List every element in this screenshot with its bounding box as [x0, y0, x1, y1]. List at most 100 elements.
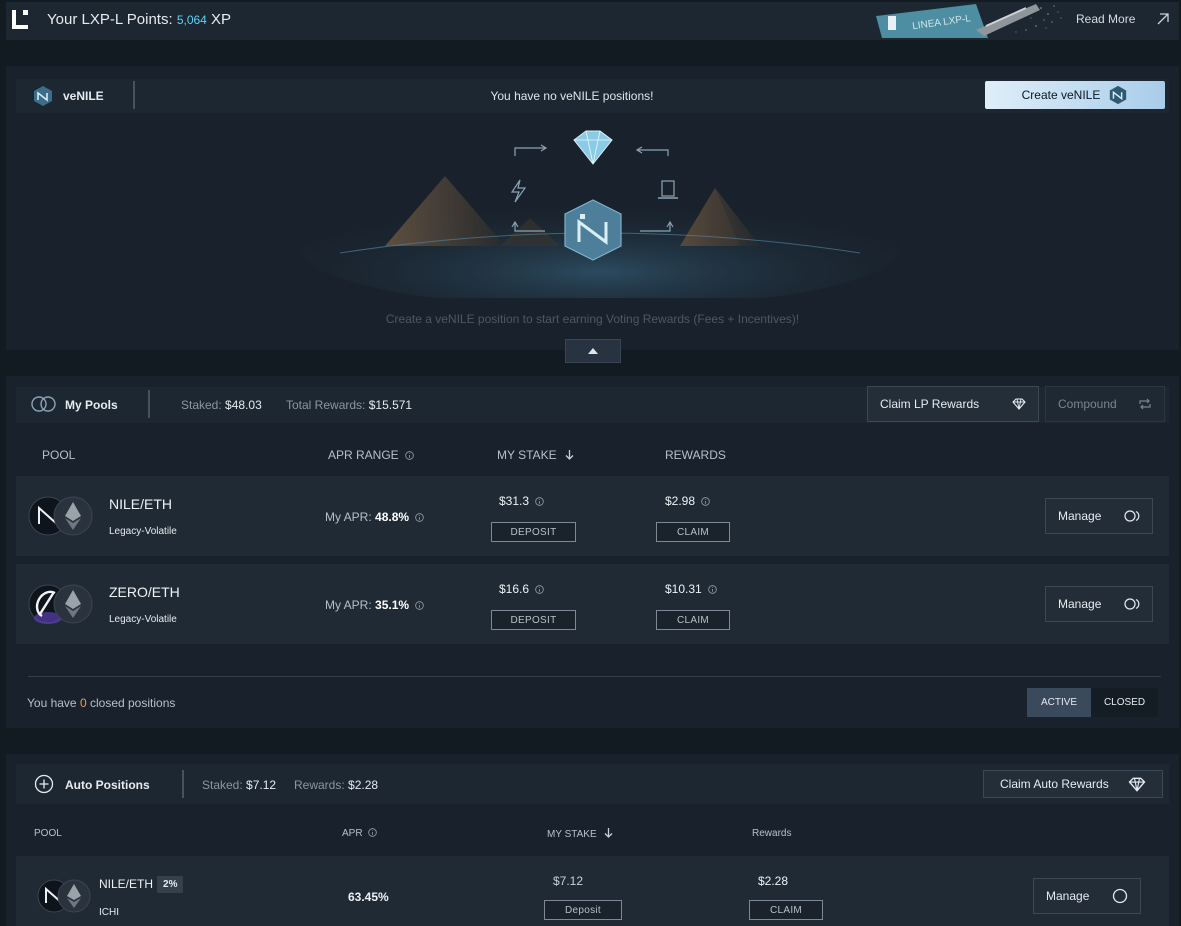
diamond-icon	[573, 130, 613, 165]
col-my-stake[interactable]: MY STAKE	[547, 828, 613, 840]
create-venile-button[interactable]: Create veNILE	[985, 81, 1165, 109]
col-rewards: Rewards	[752, 828, 792, 839]
my-stake-value: $7.12	[553, 874, 584, 888]
table-row[interactable]	[16, 476, 1169, 556]
points-label: Your LXP-L Points:	[47, 11, 173, 28]
info-icon[interactable]	[415, 513, 425, 522]
pool-name: NILE/ETH	[109, 496, 173, 512]
total-rewards-label: Total Rewards:	[286, 398, 366, 412]
pool-name: NILE/ETH 2%	[99, 876, 184, 893]
header-divider	[182, 770, 184, 798]
col-apr[interactable]: APR	[342, 828, 378, 839]
read-more-link[interactable]: Read More	[1076, 12, 1135, 26]
col-apr-label: APR	[342, 828, 363, 839]
venile-token-icon	[1110, 85, 1127, 105]
sort-down-icon	[565, 450, 574, 460]
compound-button[interactable]: Compound	[1045, 386, 1165, 422]
info-icon	[405, 451, 414, 460]
rewards-value: $2.98	[665, 494, 696, 508]
col-my-stake-label: MY STAKE	[547, 829, 597, 840]
compound-label: Compound	[1058, 397, 1117, 411]
rewards-value: $2.28	[758, 874, 789, 888]
col-apr-range-label: APR RANGE	[328, 448, 399, 462]
external-link-icon[interactable]	[1156, 12, 1170, 26]
table-row[interactable]	[16, 564, 1169, 644]
staked-label: Staked:	[181, 398, 222, 412]
manage-button[interactable]: Manage	[1033, 878, 1141, 914]
circle-icon	[1112, 888, 1128, 904]
col-apr-range[interactable]: APR RANGE	[328, 448, 414, 462]
chevron-up-icon	[588, 348, 598, 354]
pool-type: Legacy-Volatile	[109, 526, 177, 537]
info-icon[interactable]	[708, 585, 717, 594]
claim-lp-label: Claim LP Rewards	[880, 397, 980, 411]
sort-down-icon	[604, 828, 613, 838]
claim-auto-label: Claim Auto Rewards	[1000, 777, 1109, 791]
my-apr: My APR: 48.8%	[325, 510, 425, 524]
create-venile-label: Create veNILE	[1021, 88, 1101, 102]
my-stake: $16.6	[499, 582, 545, 596]
info-icon	[368, 828, 378, 837]
manage-toggle-icon	[1124, 598, 1140, 610]
total-rewards-value: $15.571	[368, 398, 413, 412]
active-closed-toggle: ACTIVE CLOSED	[1027, 688, 1158, 717]
pools-icon	[31, 396, 56, 412]
nile-eth-pair-icon	[37, 879, 91, 913]
venile-hero-illustration	[300, 130, 900, 298]
nile-logo-icon[interactable]	[10, 8, 32, 30]
info-icon[interactable]	[701, 497, 711, 506]
closed-count: 0	[79, 696, 87, 710]
claim-button[interactable]: CLAIM	[656, 522, 730, 542]
info-icon[interactable]	[535, 497, 545, 506]
col-pool: POOL	[42, 448, 76, 462]
zero-eth-pair-icon	[28, 584, 93, 624]
collapse-button[interactable]	[565, 339, 621, 363]
staked-value: $48.03	[225, 398, 262, 412]
repeat-icon	[1139, 398, 1151, 410]
manage-label: Manage	[1046, 889, 1090, 903]
deposit-button[interactable]: Deposit	[544, 900, 622, 920]
pool-name: ZERO/ETH	[109, 584, 180, 600]
auto-staked-value: $7.12	[246, 778, 277, 792]
apr-value: 63.45%	[348, 890, 389, 904]
info-icon[interactable]	[535, 585, 545, 594]
pool-provider: ICHI	[99, 907, 119, 918]
auto-staked-label: Staked:	[202, 778, 243, 792]
pool-name-label: NILE/ETH	[99, 877, 154, 891]
col-rewards: REWARDS	[665, 448, 726, 462]
manage-label: Manage	[1058, 509, 1102, 523]
claim-auto-rewards-button[interactable]: Claim Auto Rewards	[983, 770, 1163, 798]
linea-lxp-banner[interactable]: LINEA LXP-L	[876, 0, 1066, 38]
my-apr-label: My APR:	[325, 510, 372, 524]
rewards: $10.31	[665, 582, 717, 596]
my-stake-value: $31.3	[499, 494, 530, 508]
deposit-button[interactable]: DEPOSIT	[491, 610, 576, 630]
auto-rewards: Rewards: $2.28	[294, 778, 378, 792]
claim-button[interactable]: CLAIM	[656, 610, 730, 630]
toggle-closed[interactable]: CLOSED	[1091, 688, 1158, 717]
toggle-active[interactable]: ACTIVE	[1027, 688, 1091, 717]
points-unit: XP	[211, 11, 232, 28]
manage-button[interactable]: Manage	[1045, 498, 1153, 534]
auto-rewards-label: Rewards:	[294, 778, 345, 792]
col-pool: POOL	[34, 828, 62, 839]
pool-type: Legacy-Volatile	[109, 614, 177, 625]
nile-eth-pair-icon	[28, 496, 93, 536]
deposit-button[interactable]: DEPOSIT	[491, 522, 576, 542]
claim-lp-rewards-button[interactable]: Claim LP Rewards	[867, 386, 1039, 422]
auto-positions-title: Auto Positions	[65, 778, 150, 792]
my-apr-value: 48.8%	[375, 510, 410, 524]
venile-empty-message: You have no veNILE positions!	[490, 89, 654, 103]
diamond-icon	[1128, 777, 1146, 792]
lxp-points: Your LXP-L Points: 5,064 XP	[47, 11, 231, 28]
col-my-stake-label: MY STAKE	[497, 448, 557, 462]
manage-label: Manage	[1058, 597, 1102, 611]
my-apr-value: 35.1%	[375, 598, 410, 612]
col-my-stake[interactable]: MY STAKE	[497, 448, 574, 462]
my-stake-value: $16.6	[499, 582, 530, 596]
info-icon[interactable]	[415, 601, 425, 610]
points-value: 5,064	[176, 13, 207, 27]
claim-button[interactable]: CLAIM	[749, 900, 823, 920]
pools-total-rewards: Total Rewards: $15.571	[286, 398, 412, 412]
manage-button[interactable]: Manage	[1045, 586, 1153, 622]
